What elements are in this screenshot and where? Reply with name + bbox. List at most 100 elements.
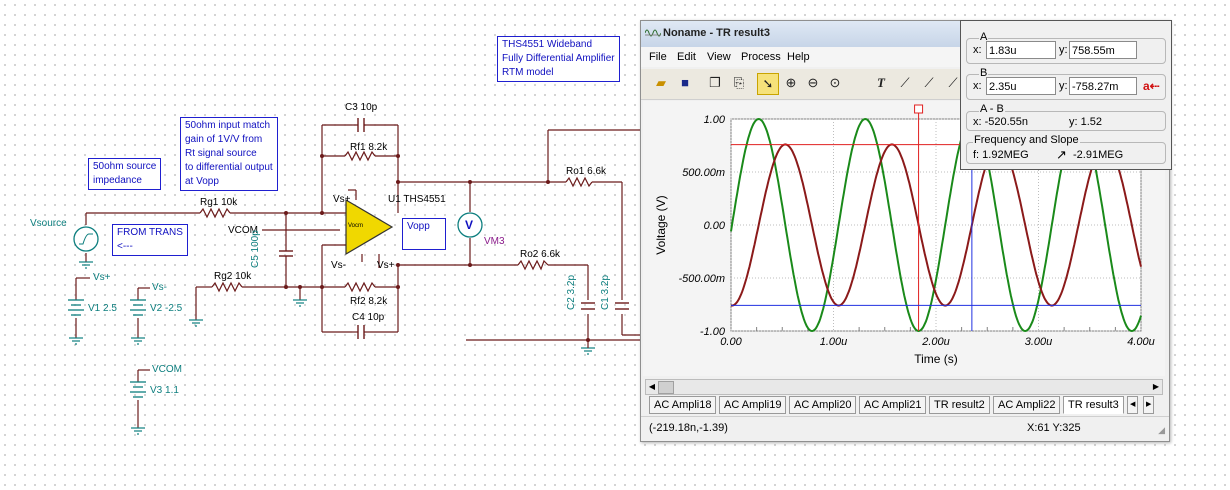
scroll-right-arrow[interactable]: ▶ xyxy=(1151,381,1161,393)
rg1-label: Rg1 10k xyxy=(200,197,238,208)
zoom-in-icon[interactable]: ⊕ xyxy=(781,73,801,93)
window-title: Noname - TR result3 xyxy=(663,27,770,39)
cursor-b-y-field[interactable]: -758.27m xyxy=(1069,77,1137,95)
resize-grip-icon[interactable]: ◢ xyxy=(1158,425,1165,436)
c5-label: C5 100p xyxy=(250,230,261,268)
vopp-note: Vopp xyxy=(402,218,446,250)
tab-ac-ampli22[interactable]: AC Ampli22 xyxy=(993,396,1061,414)
status-coordinates: (-219.18n,-1.39) xyxy=(649,422,728,434)
c4-label: C4 10p xyxy=(352,312,385,323)
tab-ac-ampli21[interactable]: AC Ampli21 xyxy=(859,396,927,414)
input-match-note-line: 50ohm input match xyxy=(185,120,271,131)
freq-slope-title: Frequency and Slope xyxy=(973,134,1080,146)
source-impedance-note-line: 50ohm source xyxy=(93,161,157,172)
menu-file[interactable]: File xyxy=(649,51,667,63)
ro1-label: Ro1 6.6k xyxy=(566,166,607,177)
copy-icon[interactable]: ❐ xyxy=(705,73,725,93)
c3-label: C3 10p xyxy=(345,102,378,113)
input-match-note: 50ohm input match gain of 1V/V from Rt s… xyxy=(180,117,278,191)
rf2-label: Rf2 8.2k xyxy=(350,296,388,307)
x-tick-label: 3.00u xyxy=(1025,336,1053,348)
y-tick-label: 500.00m xyxy=(682,167,725,179)
cursor-a-y-field[interactable]: 758.55m xyxy=(1069,41,1137,59)
v2-label: V2 -2.5 xyxy=(150,303,183,314)
ro2-label: Ro2 6.6k xyxy=(520,249,561,260)
slope-arrow-icon: ↗ xyxy=(1056,147,1067,162)
x-axis-label: Time (s) xyxy=(914,352,958,366)
from-trans-note-line: FROM TRANS xyxy=(117,227,183,238)
input-match-note-line: to differential output xyxy=(185,162,273,173)
model-note-line: THS4551 Wideband xyxy=(502,39,593,50)
scroll-left-arrow[interactable]: ◀ xyxy=(647,381,657,393)
menu-view[interactable]: View xyxy=(707,51,731,63)
frequency-value: f: 1.92MEG xyxy=(973,149,1029,161)
source-impedance-note: 50ohm source impedance xyxy=(88,158,162,190)
cursor-panel: A x: 1.83u y: 758.55m B x: 2.35u y: -758… xyxy=(960,20,1172,170)
model-note: THS4551 Wideband Fully Differential Ampl… xyxy=(497,36,620,82)
c2-label: C2 3.2p xyxy=(566,274,577,310)
source-impedance-note-line: impedance xyxy=(93,175,142,186)
menu-help[interactable]: Help xyxy=(787,51,810,63)
model-note-line: Fully Differential Amplifier xyxy=(502,53,615,64)
tab-ac-ampli18[interactable]: AC Ampli18 xyxy=(649,396,717,414)
tab-scroll-left-icon[interactable]: ◀ xyxy=(1127,396,1139,414)
cursor-a-y-label: y: xyxy=(1059,44,1068,56)
paste-icon[interactable]: ⎘ xyxy=(729,73,749,93)
y-tick-label: -500.00m xyxy=(679,273,725,285)
x-tick-label: 2.00u xyxy=(921,336,950,348)
zoom-out-icon[interactable]: ⊖ xyxy=(803,73,823,93)
v3-vcom-net-label: VCOM xyxy=(152,364,182,375)
menu-process[interactable]: Process xyxy=(741,51,781,63)
v3-label: V3 1.1 xyxy=(150,385,179,396)
cursor-toggle-icon[interactable]: a⇠ xyxy=(1143,79,1160,93)
u1-label: U1 THS4551 xyxy=(388,194,446,205)
input-match-note-line: gain of 1V/V from xyxy=(185,134,263,145)
y-axis-label: Voltage (V) xyxy=(654,195,668,254)
tab-scroll-right-icon[interactable]: ▶ xyxy=(1143,396,1155,414)
tab-tr-result2[interactable]: TR result2 xyxy=(929,396,990,414)
tab-ac-ampli20[interactable]: AC Ampli20 xyxy=(789,396,857,414)
app-wave-icon xyxy=(645,29,661,37)
tab-tr-result3[interactable]: TR result3 xyxy=(1063,396,1124,414)
zoom-100-icon[interactable]: ⊙ xyxy=(825,73,845,93)
v1-supply-net-label: Vs+ xyxy=(93,272,111,283)
opamp-vocm-label: Vocm xyxy=(348,223,364,229)
tab-ac-ampli19[interactable]: AC Ampli19 xyxy=(719,396,787,414)
voltmeter-symbol: V xyxy=(465,218,474,232)
status-pixel-xy: X:61 Y:325 xyxy=(1027,422,1081,434)
status-bar: (-219.18n,-1.39) X:61 Y:325 ◢ xyxy=(641,416,1169,441)
v2-supply-net-label: Vs- xyxy=(152,282,167,293)
cursor-b-x-label: x: xyxy=(973,80,982,92)
ab-diff-y: y: 1.52 xyxy=(1069,116,1103,128)
cursor-b-x-field[interactable]: 2.35u xyxy=(986,77,1056,95)
from-trans-note: FROM TRANS <--- xyxy=(112,224,188,256)
cursor-a-x-field[interactable]: 1.83u xyxy=(986,41,1056,59)
rg2-label: Rg2 10k xyxy=(214,271,252,282)
x-tick-label: 1.00u xyxy=(820,336,848,348)
cursor-a-handle xyxy=(914,104,924,114)
scroll-thumb[interactable] xyxy=(658,381,674,394)
pointer-icon[interactable]: ➘ xyxy=(757,73,779,95)
menu-edit[interactable]: Edit xyxy=(677,51,696,63)
slope-value: -2.91MEG xyxy=(1073,149,1124,161)
horizontal-scrollbar[interactable]: ◀ ▶ xyxy=(645,379,1163,395)
vs-minus-pin-label: Vs- xyxy=(331,260,346,271)
vs-plus-pin-label: Vs+ xyxy=(333,194,351,205)
save-icon[interactable]: ■ xyxy=(675,73,695,93)
c1-label: C1 3.2p xyxy=(600,274,611,310)
cursor-a-x-label: x: xyxy=(973,44,982,56)
draw-curve-icon[interactable]: ⟋ xyxy=(895,73,915,93)
vm3-label: VM3 xyxy=(484,236,505,247)
rf1-label: Rf1 8.2k xyxy=(350,142,388,153)
y-tick-label: -1.00 xyxy=(700,326,726,338)
ab-diff-x: x: -520.55n xyxy=(973,116,1029,128)
draw-curve2-icon[interactable]: ⟋ xyxy=(919,73,939,93)
y-tick-label: 0.00 xyxy=(704,220,726,232)
vopp-note-text: Vopp xyxy=(407,221,430,232)
from-trans-note-line: <--- xyxy=(117,241,133,252)
input-match-note-line: Rt signal source xyxy=(185,148,257,159)
cursor-b-y-label: y: xyxy=(1059,80,1068,92)
text-icon[interactable]: T xyxy=(871,73,891,93)
open-icon[interactable]: ▰ xyxy=(651,73,671,93)
vsource-label: Vsource xyxy=(30,218,67,229)
